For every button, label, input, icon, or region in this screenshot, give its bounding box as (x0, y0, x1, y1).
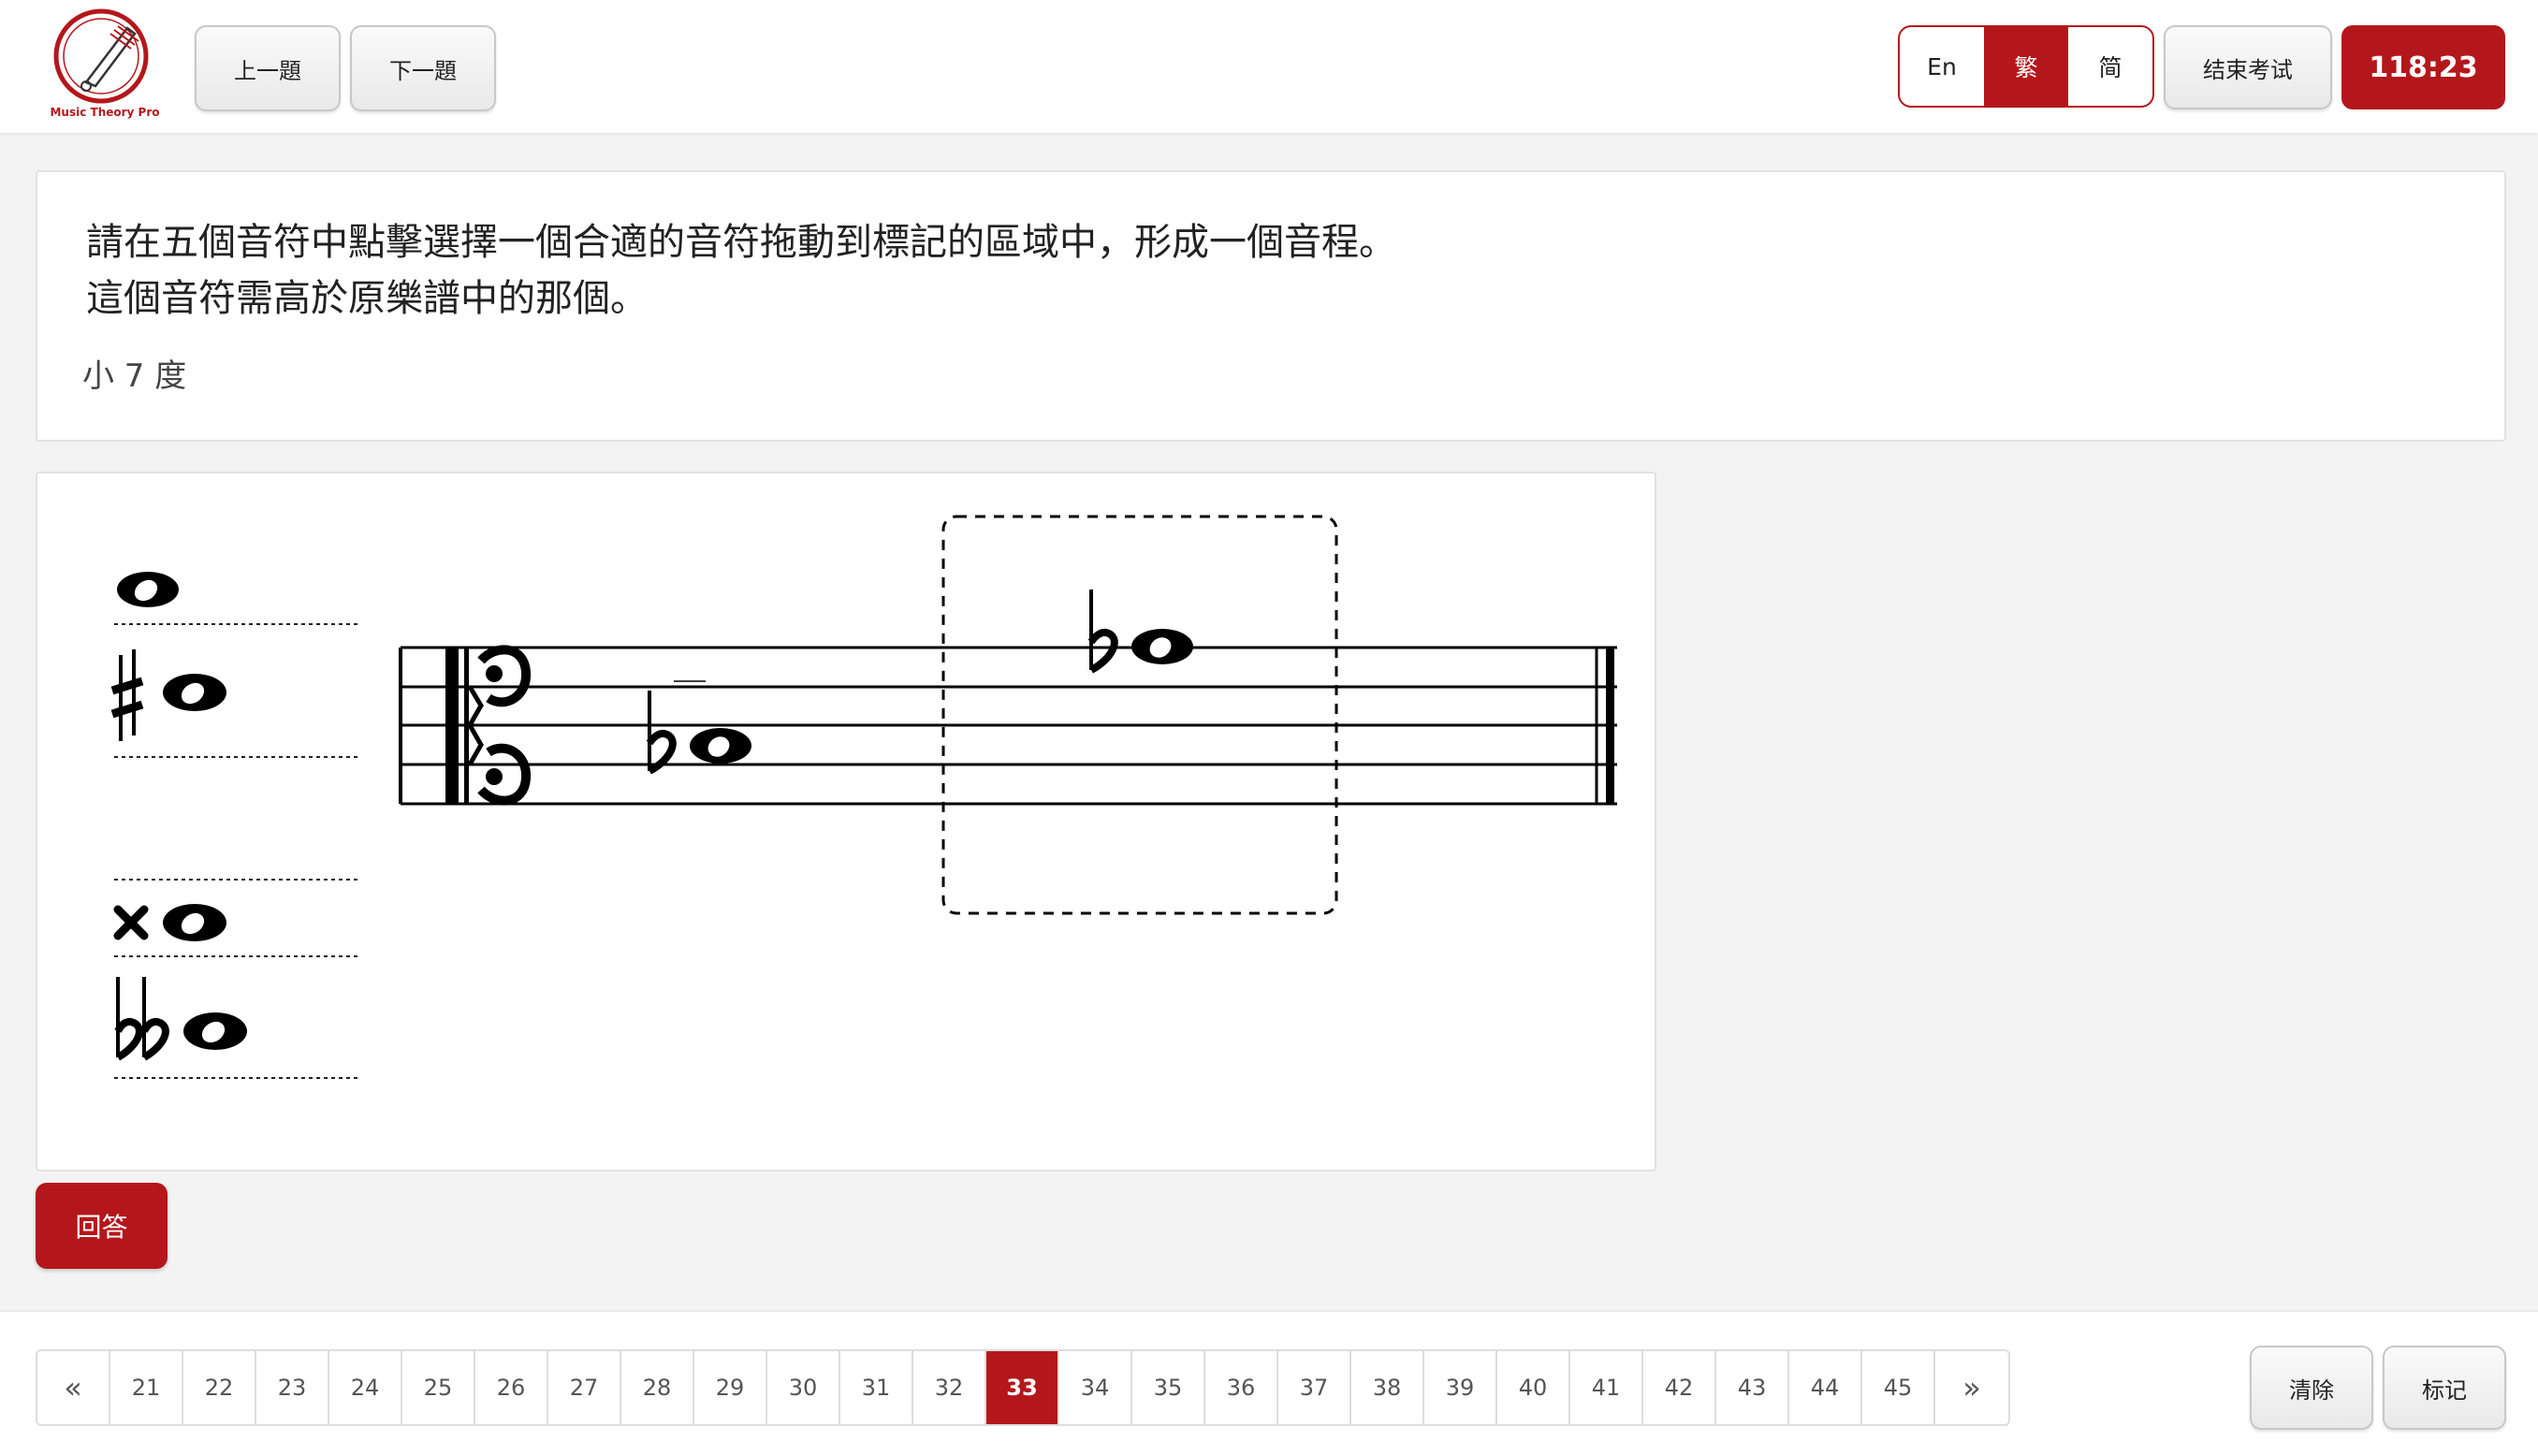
page-button-32[interactable]: 32 (913, 1351, 986, 1424)
palette-dividers (114, 623, 361, 1079)
page-button-34[interactable]: 34 (1059, 1351, 1132, 1424)
page-button-36[interactable]: 36 (1205, 1351, 1278, 1424)
page-button-28[interactable]: 28 (621, 1351, 694, 1424)
question-text-line2: 這個音符需高於原樂譜中的那個。 (86, 277, 648, 320)
interval-label: 小 7 度 (82, 357, 187, 395)
page-button-45[interactable]: 45 (1862, 1351, 1935, 1424)
page-button-38[interactable]: 38 (1351, 1351, 1424, 1424)
page-button-24[interactable]: 24 (329, 1351, 402, 1424)
page-button-31[interactable]: 31 (840, 1351, 913, 1424)
page-button-25[interactable]: 25 (402, 1351, 475, 1424)
flat-icon (1087, 590, 1118, 674)
logo-text: Music Theory Pro (50, 106, 160, 119)
mark-button[interactable]: 标记 (2383, 1346, 2506, 1430)
page-button-30[interactable]: 30 (767, 1351, 840, 1424)
placed-note-flat[interactable] (1087, 590, 1193, 674)
question-text-line1: 請在五個音符中點擊選擇一個合適的音符拖動到標記的區域中，形成一個音程。 (86, 221, 1396, 264)
app-logo: Music Theory Pro (49, 6, 161, 127)
next-question-button[interactable]: 下一題 (350, 25, 496, 111)
end-exam-button[interactable]: 结束考试 (2164, 25, 2332, 109)
page-button-42[interactable]: 42 (1643, 1351, 1716, 1424)
page-button-22[interactable]: 22 (183, 1351, 256, 1424)
page-button-44[interactable]: 44 (1789, 1351, 1862, 1424)
page-button-29[interactable]: 29 (694, 1351, 767, 1424)
double-sharp-icon (113, 905, 149, 940)
prev-question-button[interactable]: 上一題 (195, 25, 341, 111)
page-button-33-current[interactable]: 33 (986, 1351, 1059, 1424)
logo-icon (53, 8, 149, 104)
page-button-39[interactable]: 39 (1424, 1351, 1497, 1424)
pagination-prev-button[interactable]: « (37, 1351, 110, 1424)
clear-button[interactable]: 清除 (2250, 1346, 2373, 1430)
score-card (36, 472, 1656, 1172)
page-button-37[interactable]: 37 (1278, 1351, 1351, 1424)
top-bar: Music Theory Pro 上一題 下一題 En 繁 简 结束考试 118… (0, 0, 2538, 133)
page-button-40[interactable]: 40 (1497, 1351, 1570, 1424)
staff-lines (401, 646, 1617, 806)
page-button-41[interactable]: 41 (1570, 1351, 1643, 1424)
page-button-27[interactable]: 27 (548, 1351, 621, 1424)
page-button-35[interactable]: 35 (1132, 1351, 1205, 1424)
pagination-next-button[interactable]: » (1935, 1351, 2008, 1424)
countdown-timer: 118:23 (2341, 25, 2505, 109)
flat-icon (646, 691, 677, 775)
page-button-23[interactable]: 23 (256, 1351, 329, 1424)
palette-note-double-flat[interactable] (114, 977, 247, 1061)
answer-button[interactable]: 回答 (36, 1183, 168, 1269)
lang-traditional-button[interactable]: 繁 (1984, 27, 2068, 106)
question-card: 請在五個音符中點擊選擇一個合適的音符拖動到標記的區域中，形成一個音程。 這個音符… (36, 170, 2506, 442)
double-flat-icon (114, 977, 169, 1061)
page-button-21[interactable]: 21 (110, 1351, 183, 1424)
sharp-icon (110, 649, 144, 741)
lang-simplified-button[interactable]: 简 (2068, 27, 2152, 106)
lang-en-button[interactable]: En (1900, 27, 1984, 106)
pagination: « 21 22 23 24 25 26 27 28 29 30 31 32 33… (36, 1349, 2010, 1426)
palette-note-natural[interactable] (117, 572, 179, 607)
page-button-26[interactable]: 26 (475, 1351, 548, 1424)
page-button-43[interactable]: 43 (1716, 1351, 1789, 1424)
language-switcher: En 繁 简 (1898, 25, 2154, 108)
palette-note-sharp[interactable] (110, 649, 226, 741)
score-canvas (110, 515, 1617, 1079)
drop-zone[interactable] (941, 515, 1338, 915)
palette-note-double-sharp[interactable] (113, 904, 226, 941)
